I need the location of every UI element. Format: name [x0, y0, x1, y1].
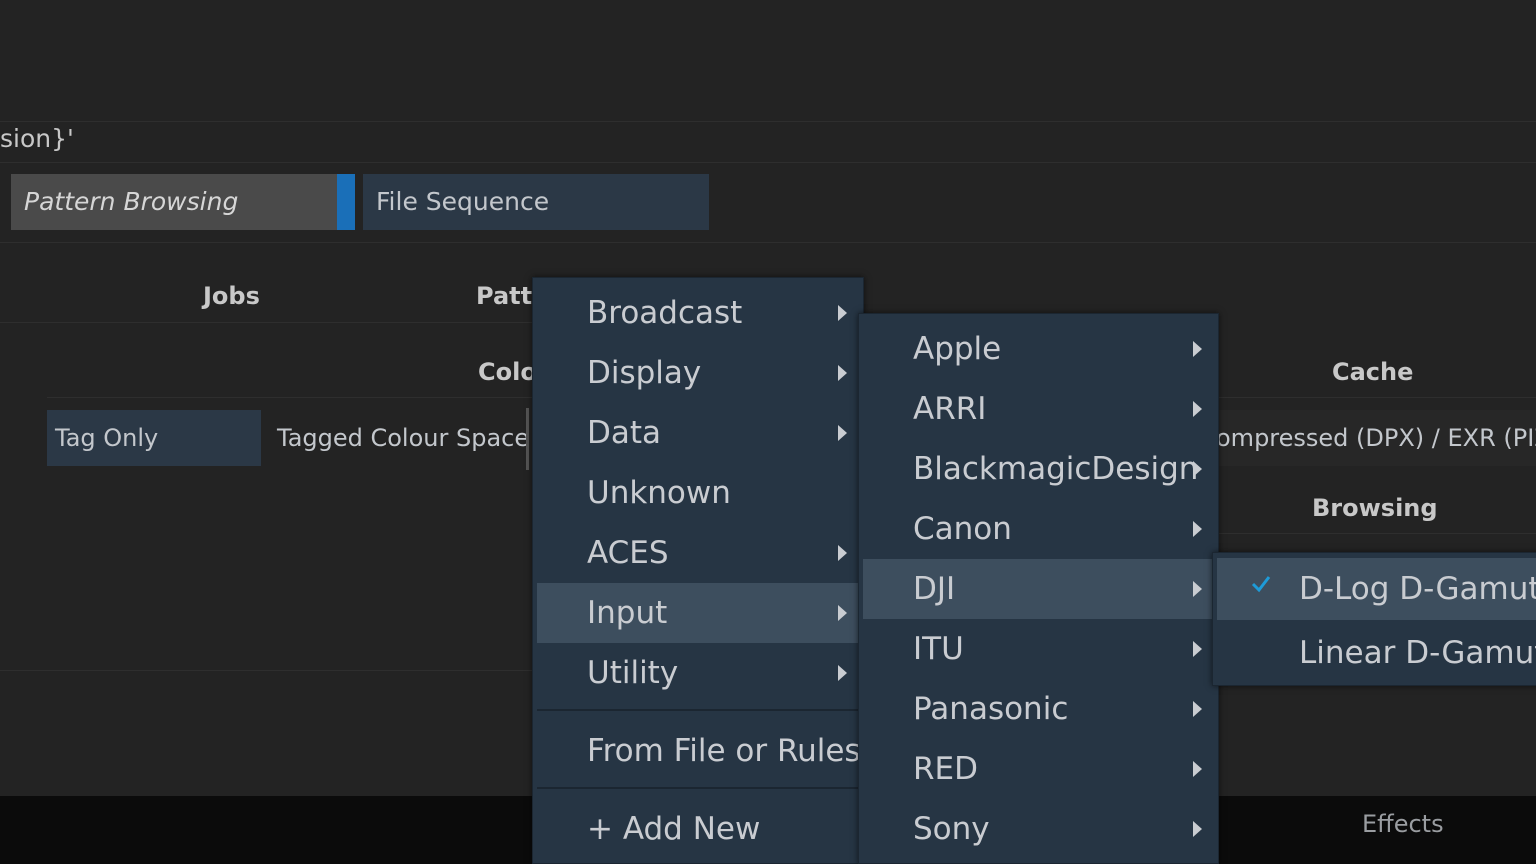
divider — [0, 242, 1536, 243]
menu-separator — [537, 709, 859, 711]
submenu-arrow-icon — [1193, 701, 1202, 717]
submenu-arrow-icon — [838, 665, 847, 681]
divider — [1216, 397, 1536, 398]
menu-item-unknown[interactable]: Unknown — [537, 463, 859, 523]
pattern-browsing-toggle[interactable] — [337, 174, 355, 230]
submenu-item-blackmagicdesign[interactable]: BlackmagicDesign — [863, 439, 1214, 499]
dji-submenu: D-Log D-Gamut Linear D-Gamut — [1212, 552, 1536, 686]
menu-item-label: BlackmagicDesign — [913, 451, 1199, 487]
menu-item-label: Sony — [913, 811, 990, 847]
cache-header: Cache — [1332, 358, 1414, 386]
input-submenu: Apple ARRI BlackmagicDesign Canon DJI IT… — [858, 313, 1219, 864]
submenu-arrow-icon — [838, 365, 847, 381]
field-edge — [526, 408, 529, 470]
menu-item-label: ITU — [913, 631, 964, 667]
divider — [0, 322, 532, 323]
submenu-arrow-icon — [1193, 641, 1202, 657]
submenu-arrow-icon — [1193, 521, 1202, 537]
menu-separator — [537, 787, 859, 789]
divider — [0, 162, 1536, 163]
menu-item-label: Input — [587, 595, 668, 631]
menu-item-label: Unknown — [587, 475, 731, 511]
file-sequence-button[interactable]: File Sequence — [363, 174, 709, 230]
submenu-item-red[interactable]: RED — [863, 739, 1214, 799]
menu-item-label: ARRI — [913, 391, 987, 427]
menu-item-label: Linear D-Gamut — [1299, 635, 1536, 671]
submenu-arrow-icon — [1193, 341, 1202, 357]
submenu-arrow-icon — [838, 305, 847, 321]
cache-format-field[interactable]: ompressed (DPX) / EXR (PIZ — [1216, 410, 1536, 466]
submenu-item-dji[interactable]: DJI — [863, 559, 1214, 619]
colour-header: Colo — [478, 358, 537, 386]
submenu-arrow-icon — [838, 605, 847, 621]
menu-item-from-file-or-rules[interactable]: From File or Rules — [537, 721, 861, 781]
submenu-arrow-icon — [1193, 821, 1202, 837]
menu-item-add-new[interactable]: + Add New — [537, 799, 859, 859]
submenu-item-d-log-d-gamut[interactable]: D-Log D-Gamut — [1217, 558, 1536, 620]
menu-item-label: Panasonic — [913, 691, 1069, 727]
submenu-item-linear-d-gamut[interactable]: Linear D-Gamut — [1217, 622, 1536, 684]
submenu-arrow-icon — [1193, 401, 1202, 417]
submenu-item-itu[interactable]: ITU — [863, 619, 1214, 679]
divider — [47, 397, 532, 398]
submenu-arrow-icon — [838, 545, 847, 561]
submenu-arrow-icon — [1193, 461, 1202, 477]
divider — [1216, 533, 1536, 534]
menu-item-display[interactable]: Display — [537, 343, 859, 403]
submenu-arrow-icon — [838, 425, 847, 441]
menu-item-label: D-Log D-Gamut — [1299, 571, 1536, 607]
menu-item-label: From File or Rules — [587, 733, 861, 769]
menu-item-label: RED — [913, 751, 978, 787]
tagged-colour-space-label: Tagged Colour Space — [277, 424, 530, 452]
submenu-item-apple[interactable]: Apple — [863, 319, 1214, 379]
menu-item-data[interactable]: Data — [537, 403, 859, 463]
submenu-item-arri[interactable]: ARRI — [863, 379, 1214, 439]
menu-item-label: + Add New — [587, 811, 761, 847]
colour-space-menu: Broadcast Display Data Unknown ACES Inpu… — [532, 277, 864, 864]
menu-item-label: Data — [587, 415, 662, 451]
submenu-arrow-icon — [1193, 581, 1202, 597]
submenu-arrow-icon — [1193, 761, 1202, 777]
menu-item-broadcast[interactable]: Broadcast — [537, 283, 859, 343]
submenu-item-sony[interactable]: Sony — [863, 799, 1214, 859]
divider — [0, 121, 1536, 122]
tag-only-button[interactable]: Tag Only — [47, 410, 261, 466]
menu-item-label: Canon — [913, 511, 1012, 547]
menu-item-label: Broadcast — [587, 295, 743, 331]
menu-item-input[interactable]: Input — [537, 583, 859, 643]
pattern-browsing-button[interactable]: Pattern Browsing — [11, 174, 337, 230]
menu-item-label: Display — [587, 355, 702, 391]
path-fragment: sion}' — [0, 124, 74, 153]
submenu-item-canon[interactable]: Canon — [863, 499, 1214, 559]
menu-item-utility[interactable]: Utility — [537, 643, 859, 703]
divider — [0, 670, 532, 671]
menu-item-aces[interactable]: ACES — [537, 523, 859, 583]
browsing-header: Browsing — [1312, 494, 1438, 522]
jobs-header: Jobs — [203, 282, 260, 310]
menu-item-label: DJI — [913, 571, 956, 607]
effects-tab[interactable]: Effects — [1362, 810, 1444, 838]
submenu-item-panasonic[interactable]: Panasonic — [863, 679, 1214, 739]
menu-item-label: Apple — [913, 331, 1002, 367]
menu-item-label: ACES — [587, 535, 669, 571]
menu-item-label: Utility — [587, 655, 679, 691]
checkmark-icon — [1251, 576, 1271, 593]
